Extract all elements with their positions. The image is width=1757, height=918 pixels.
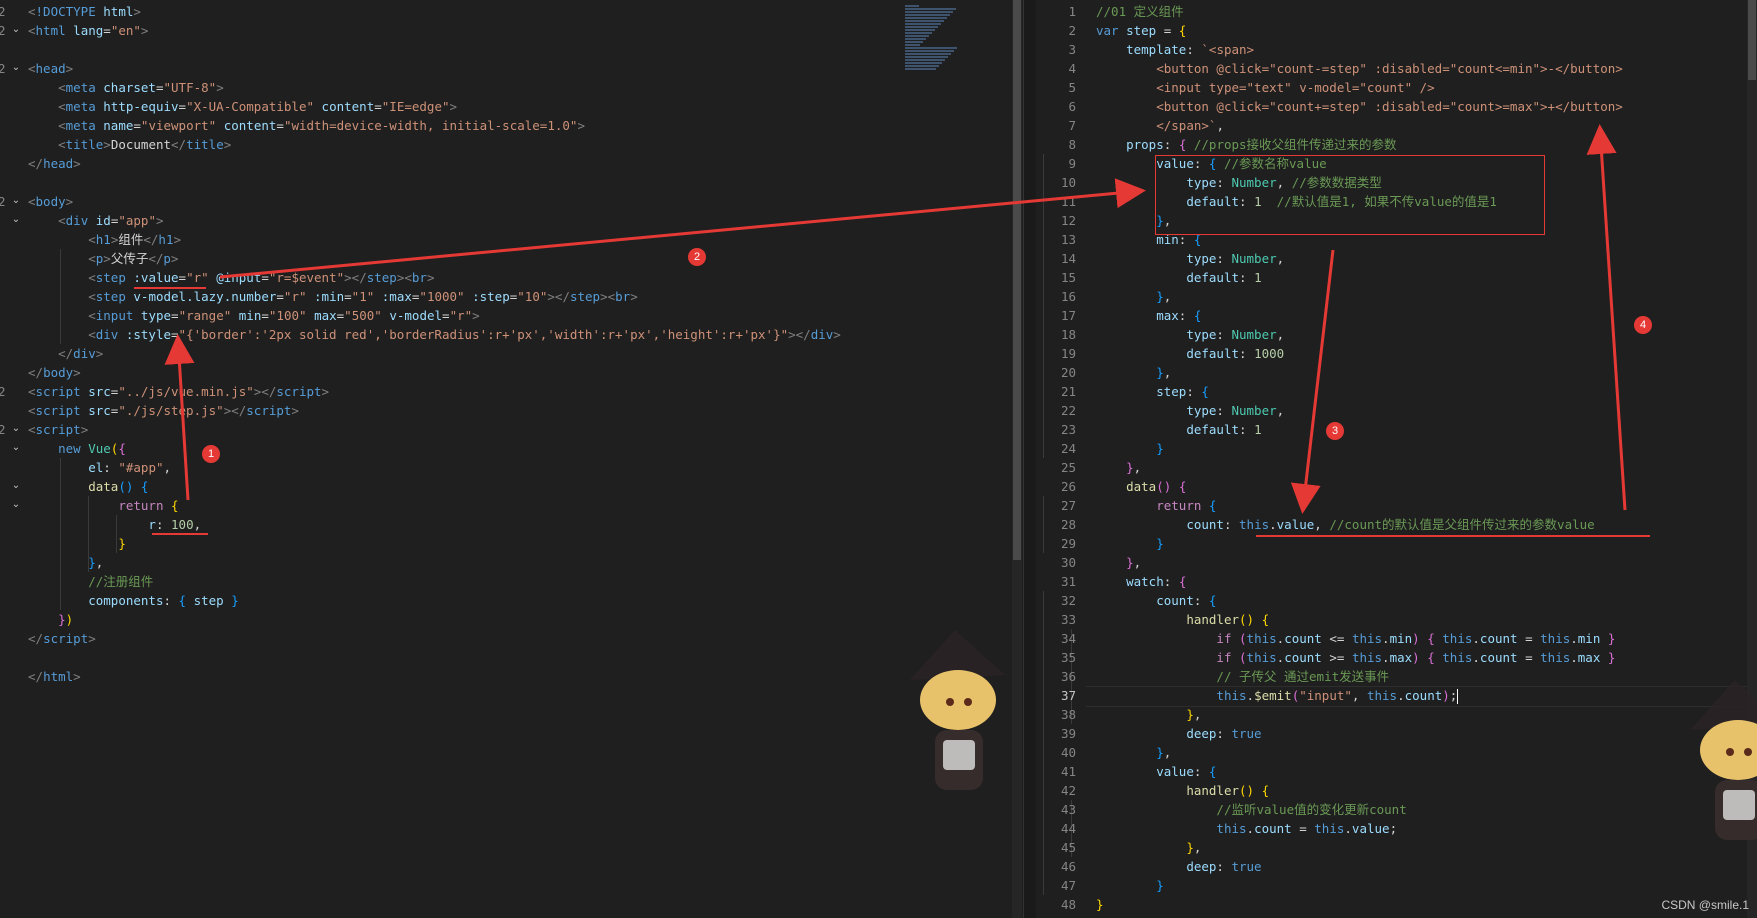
annotation-arrows <box>164 124 1757 840</box>
highlight-box-value-prop <box>1155 155 1545 235</box>
annotation-arrow-3 <box>1290 249 1335 514</box>
annotation-arrow-2 <box>219 178 1146 279</box>
underline-r-100 <box>152 533 208 535</box>
underline-value-binding <box>134 287 206 289</box>
annotation-badge-3: 3 <box>1326 422 1344 440</box>
underline-count-value <box>1256 535 1650 537</box>
annotation-badge-2: 2 <box>688 248 706 266</box>
annotation-badge-1: 1 <box>202 445 220 463</box>
annotation-arrow-1 <box>164 334 195 501</box>
annotation-arrow-4 <box>1586 124 1627 511</box>
character-sticker-left <box>910 630 1005 790</box>
character-sticker-right <box>1690 680 1757 840</box>
annotation-badge-4: 4 <box>1634 316 1652 334</box>
